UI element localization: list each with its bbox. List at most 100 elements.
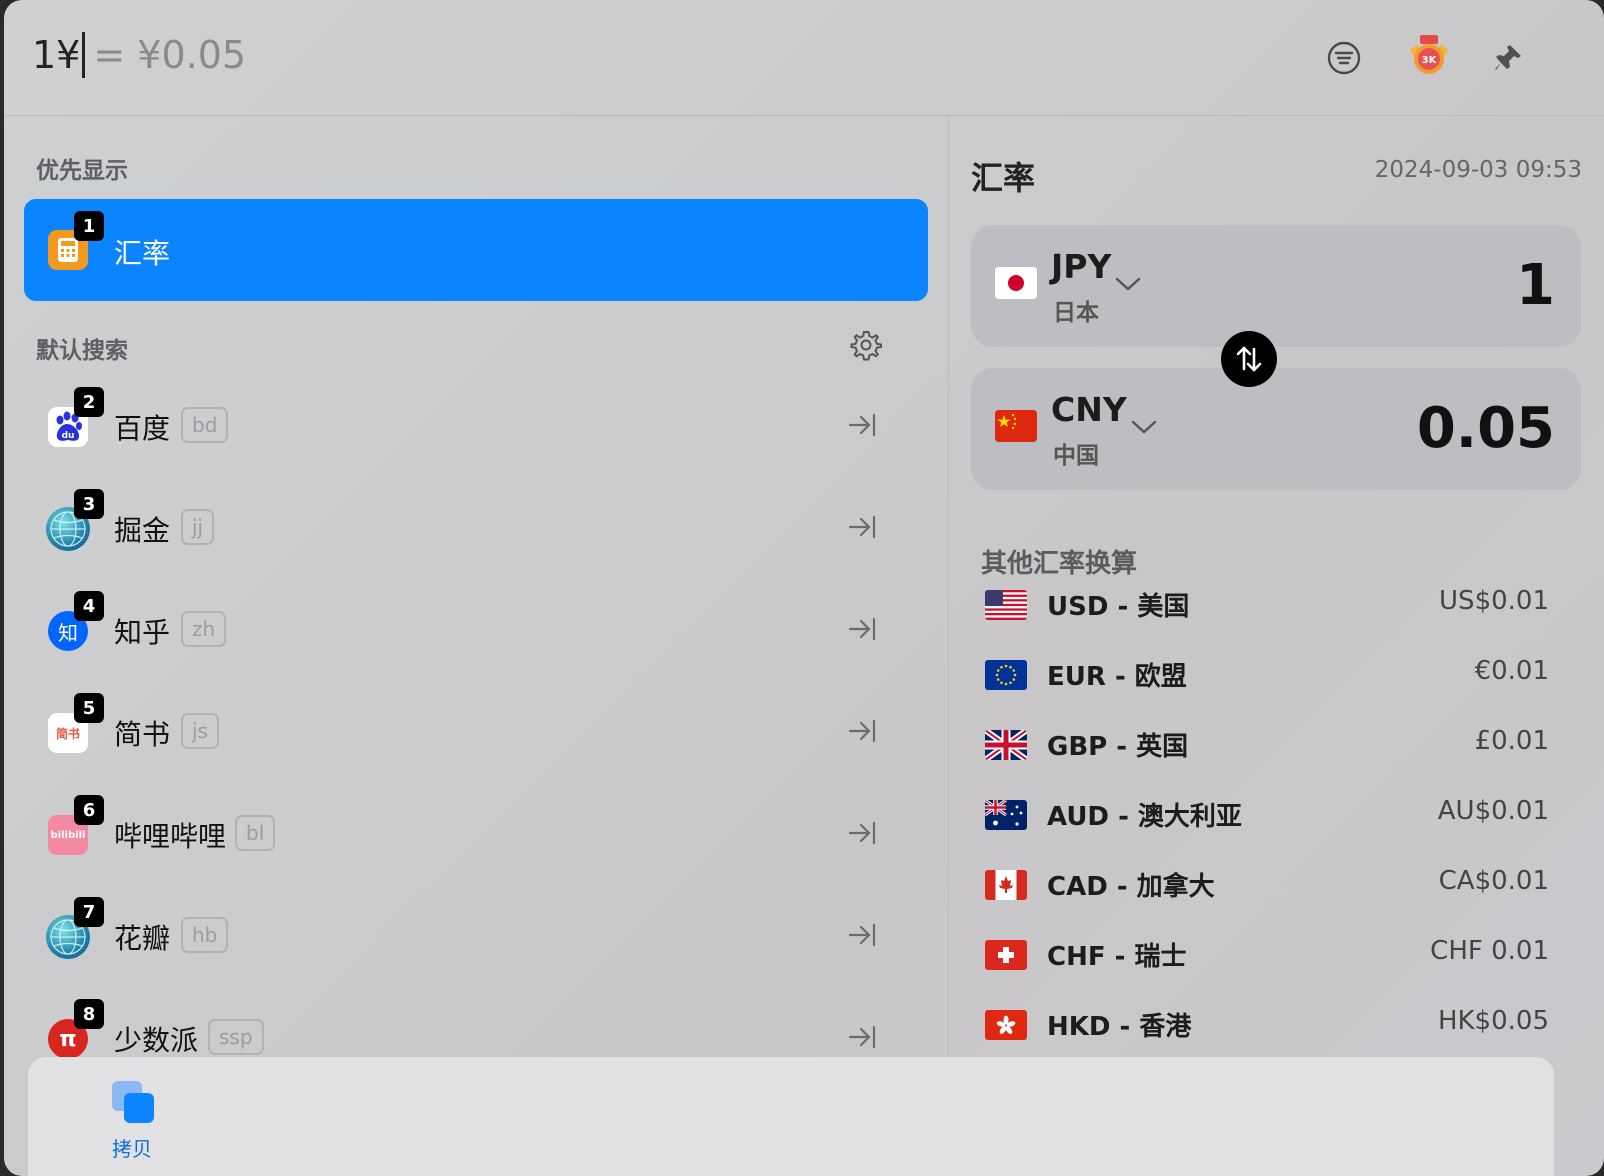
keyword-tag: ssp (208, 1019, 264, 1055)
rate-label: GBP - 英国 (1047, 732, 1189, 762)
shortcut-number: 2 (74, 387, 104, 417)
rate-label: EUR - 欧盟 (1047, 662, 1187, 692)
list-item[interactable]: π 8 少数派 ssp (24, 991, 928, 1057)
engine-label: 简书 (114, 718, 171, 751)
baidu-icon-text: du (62, 431, 75, 441)
results-panel: 优先显示 1 汇率 默认搜索 du 2 百度 bd 3 掘金 jj 知 4 知乎… (4, 117, 948, 1057)
text-caret (82, 32, 86, 78)
list-item[interactable]: 7 花瓣 hb (24, 889, 928, 985)
shortcut-number: 3 (74, 489, 104, 519)
keyword-tag: zh (181, 611, 227, 647)
list-item[interactable]: du 2 百度 bd (24, 379, 928, 475)
copy-icon (110, 1079, 158, 1127)
arrow-to-right-bar-icon[interactable] (846, 715, 878, 747)
rate-timestamp: 2024-09-03 09:53 (1374, 157, 1582, 183)
to-currency-card[interactable]: CNY 中国 0.05 (971, 368, 1581, 490)
list-item[interactable]: bilibili 6 哔哩哔哩 bl (24, 787, 928, 883)
arrow-to-right-bar-icon[interactable] (846, 817, 878, 849)
shortcut-number: 1 (74, 211, 104, 241)
rate-label: USD - 美国 (1047, 592, 1190, 622)
panel-title: 汇率 (971, 159, 1036, 197)
badge-text: 3K (1422, 55, 1438, 66)
engine-label: 哔哩哔哩 (114, 820, 227, 853)
rate-row-cad[interactable]: CAD - 加拿大 CA$0.01 (985, 864, 1549, 904)
arrow-to-right-bar-icon[interactable] (846, 613, 878, 645)
gear-icon[interactable] (850, 329, 882, 361)
from-amount[interactable]: 1 (1516, 253, 1555, 318)
chevron-down-icon[interactable] (1113, 273, 1143, 295)
list-item[interactable]: 简书 5 简书 js (24, 685, 928, 781)
engine-label: 百度 (114, 412, 171, 445)
australia-flag-icon (985, 800, 1027, 830)
copy-button[interactable]: 拷贝 (88, 1067, 178, 1167)
launcher-window: 1¥ = ¥0.05 3K 优先显示 1 汇率 默认搜索 du 2 百度 bd … (4, 0, 1604, 1176)
rate-label: CAD - 加拿大 (1047, 872, 1215, 902)
keyword-tag: hb (181, 917, 229, 953)
action-bar: 拷贝 (28, 1057, 1554, 1176)
shortcut-number: 4 (74, 591, 104, 621)
pin-icon[interactable] (1488, 38, 1528, 78)
list-item[interactable]: 3 掘金 jj (24, 481, 928, 577)
result-label: 汇率 (114, 237, 171, 270)
arrow-to-right-bar-icon[interactable] (846, 511, 878, 543)
rate-label: HKD - 香港 (1047, 1012, 1192, 1042)
chevron-down-icon[interactable] (1129, 416, 1159, 438)
engine-label: 花瓣 (114, 922, 171, 955)
china-flag-icon (995, 410, 1037, 442)
jianshu-icon-text: 简书 (55, 726, 80, 741)
search-bar: 1¥ = ¥0.05 3K (4, 0, 1604, 116)
arrow-to-right-bar-icon[interactable] (846, 1021, 878, 1053)
swap-arrows-icon (1236, 346, 1262, 372)
arrow-to-right-bar-icon[interactable] (846, 409, 878, 441)
result-item-exchange-rate[interactable]: 1 汇率 (24, 199, 928, 301)
achievement-badge-icon[interactable]: 3K (1404, 32, 1454, 82)
search-input[interactable]: 1¥ = ¥0.05 (32, 32, 246, 78)
rate-row-gbp[interactable]: GBP - 英国 £0.01 (985, 724, 1549, 764)
rate-value: CHF 0.01 (1430, 936, 1549, 966)
rate-row-hkd[interactable]: HKD - 香港 HK$0.05 (985, 1004, 1549, 1044)
keyword-tag: bl (235, 815, 276, 851)
rate-value: £0.01 (1474, 726, 1549, 756)
engine-label: 少数派 (114, 1024, 199, 1057)
from-currency-country: 日本 (1053, 300, 1099, 326)
japan-flag-icon (995, 267, 1037, 299)
keyword-tag: jj (181, 509, 215, 545)
rate-row-chf[interactable]: CHF - 瑞士 CHF 0.01 (985, 934, 1549, 974)
from-currency-card[interactable]: JPY 日本 1 (971, 225, 1581, 347)
rate-row-eur[interactable]: EUR - 欧盟 €0.01 (985, 654, 1549, 694)
rate-row-aud[interactable]: AUD - 澳大利亚 AU$0.01 (985, 794, 1549, 834)
canada-flag-icon (985, 870, 1027, 900)
rate-label: CHF - 瑞士 (1047, 942, 1187, 972)
sspai-icon-text: π (59, 1026, 77, 1052)
shortcut-number: 7 (74, 897, 104, 927)
rate-value: HK$0.05 (1437, 1006, 1549, 1036)
rate-label: AUD - 澳大利亚 (1047, 802, 1242, 832)
shortcut-number: 8 (74, 999, 104, 1029)
filter-menu-icon[interactable] (1324, 38, 1364, 78)
hong-kong-flag-icon (985, 1010, 1027, 1040)
rate-value: CA$0.01 (1438, 866, 1549, 896)
arrow-to-right-bar-icon[interactable] (846, 919, 878, 951)
other-rates-title: 其他汇率换算 (981, 549, 1138, 579)
rate-row-usd[interactable]: USD - 美国 US$0.01 (985, 584, 1549, 624)
priority-section-title: 优先显示 (36, 158, 128, 184)
keyword-tag: js (181, 713, 219, 749)
rate-value: US$0.01 (1439, 586, 1549, 616)
to-currency-country: 中国 (1053, 443, 1099, 469)
inline-result: = ¥0.05 (93, 33, 247, 77)
uk-flag-icon (985, 730, 1027, 760)
to-amount[interactable]: 0.05 (1417, 396, 1555, 461)
list-item[interactable]: 知 4 知乎 zh (24, 583, 928, 679)
rate-value: €0.01 (1474, 656, 1549, 686)
default-search-section-title: 默认搜索 (36, 338, 128, 364)
keyword-tag: bd (181, 407, 229, 443)
swap-currencies-button[interactable] (1221, 331, 1277, 387)
engine-label: 知乎 (114, 616, 171, 649)
eu-flag-icon (985, 660, 1027, 690)
us-flag-icon (985, 590, 1027, 620)
switzerland-flag-icon (985, 940, 1027, 970)
shortcut-number: 6 (74, 795, 104, 825)
exchange-rate-panel: 汇率 2024-09-03 09:53 JPY 日本 1 CNY 中国 0.05… (949, 117, 1604, 1057)
bilibili-icon-text: bilibili (50, 829, 86, 841)
copy-label: 拷贝 (112, 1137, 152, 1161)
